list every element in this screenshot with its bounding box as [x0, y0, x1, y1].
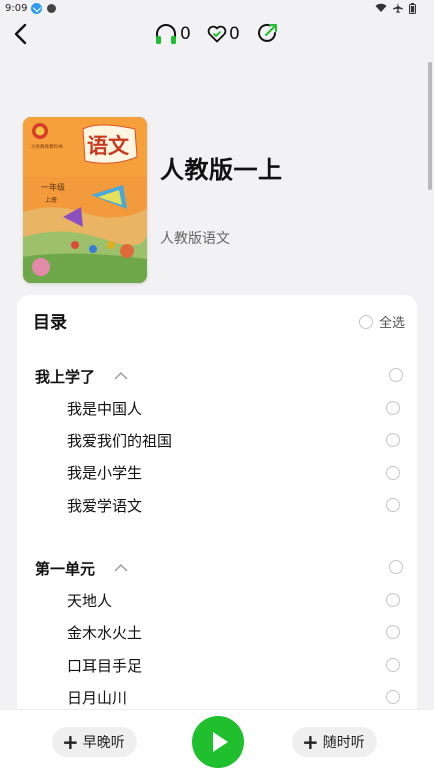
battery-icon — [409, 2, 416, 14]
select-all-radio[interactable] — [359, 315, 373, 329]
page-scrollbar[interactable] — [428, 62, 432, 190]
back-button[interactable] — [10, 22, 34, 46]
plus-icon: + — [302, 730, 319, 754]
svg-text:语文: 语文 — [87, 133, 130, 158]
select-all-label[interactable]: 全选 — [379, 312, 405, 331]
airplane-icon — [393, 3, 403, 13]
notification-dot-icon — [47, 4, 56, 13]
lesson-radio[interactable] — [386, 625, 400, 639]
like-count: 0 — [229, 24, 240, 44]
listen-count-button[interactable]: 0 — [154, 22, 191, 46]
random-listen-label: 随时听 — [322, 735, 365, 751]
lesson-radio[interactable] — [386, 593, 400, 607]
lesson-item[interactable]: 口耳目手足 — [67, 655, 142, 676]
add-random-listen-button[interactable]: + 随时听 — [292, 727, 377, 757]
lesson-radio[interactable] — [386, 658, 400, 672]
lesson-radio[interactable] — [386, 498, 400, 512]
top-navigation: 0 0 — [0, 18, 434, 50]
book-cover-image: 义务教育教科书 语文 一年级 上册 — [23, 117, 147, 283]
lesson-radio[interactable] — [386, 401, 400, 415]
lesson-item[interactable]: 我是中国人 — [67, 398, 142, 419]
chevron-up-icon[interactable] — [114, 371, 128, 381]
book-cover-artwork: 义务教育教科书 语文 一年级 上册 — [23, 117, 147, 283]
lesson-radio[interactable] — [386, 690, 400, 704]
svg-text:义务教育教科书: 义务教育教科书 — [31, 143, 63, 150]
chevron-up-icon[interactable] — [114, 563, 128, 573]
listen-count: 0 — [180, 24, 191, 44]
lesson-item[interactable]: 我爱我们的祖国 — [67, 430, 172, 451]
lesson-item[interactable]: 我是小学生 — [67, 462, 142, 483]
like-count-button[interactable]: 0 — [207, 22, 240, 46]
download-icon — [31, 3, 42, 14]
play-button[interactable] — [192, 716, 244, 768]
lesson-item[interactable]: 天地人 — [67, 590, 112, 611]
section-title[interactable]: 第一单元 — [35, 558, 95, 579]
morning-evening-label: 早晚听 — [82, 735, 125, 751]
headphones-icon — [156, 24, 176, 44]
wifi-icon — [375, 3, 387, 12]
svg-text:上册: 上册 — [45, 196, 57, 204]
toc-title: 目录 — [33, 313, 67, 333]
status-time: 9:09 — [5, 3, 28, 14]
section-radio[interactable] — [389, 368, 403, 382]
section-radio[interactable] — [389, 560, 403, 574]
share-button[interactable] — [256, 21, 280, 45]
lesson-item[interactable]: 我爱学语文 — [67, 495, 142, 516]
heart-icon — [207, 25, 227, 43]
lesson-item[interactable]: 日月山川 — [67, 687, 127, 708]
status-bar: 9:09 — [0, 0, 434, 18]
lesson-item[interactable]: 金木水火土 — [67, 622, 142, 643]
book-title: 人教版一上 — [160, 156, 283, 184]
section-title[interactable]: 我上学了 — [35, 366, 95, 387]
svg-text:一年级: 一年级 — [41, 182, 65, 192]
add-morning-evening-button[interactable]: + 早晚听 — [52, 727, 137, 757]
lesson-radio[interactable] — [386, 433, 400, 447]
lesson-radio[interactable] — [386, 466, 400, 480]
book-subtitle: 人教版语文 — [160, 231, 230, 247]
plus-icon: + — [62, 730, 79, 754]
